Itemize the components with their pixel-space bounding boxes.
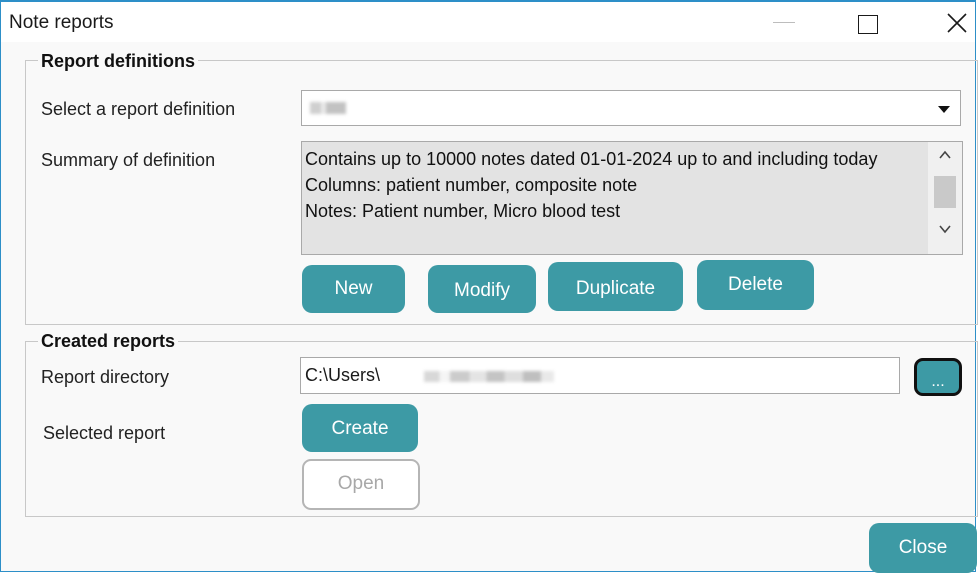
summary-label: Summary of definition [41, 150, 216, 170]
new-button[interactable]: New [302, 265, 405, 313]
report-directory-field[interactable]: C:\Users\ [300, 357, 900, 394]
select-definition-label: Select a report definition [41, 99, 236, 119]
report-directory-value: C:\Users\ [305, 365, 381, 385]
created-reports-legend: Created reports [38, 331, 179, 352]
modify-button[interactable]: Modify [428, 265, 536, 313]
scroll-down-icon[interactable] [938, 222, 952, 236]
dropdown-arrow-icon[interactable] [934, 99, 954, 119]
open-button[interactable]: Open [302, 459, 420, 510]
create-button[interactable]: Create [302, 404, 418, 452]
summary-textbox[interactable]: Contains up to 10000 notes dated 01-01-2… [301, 141, 963, 255]
report-definitions-legend: Report definitions [38, 51, 198, 72]
window-title: Note reports [9, 12, 114, 33]
redacted-path [424, 371, 554, 382]
report-directory-label: Report directory [41, 367, 170, 387]
minimize-icon[interactable] [771, 10, 801, 36]
title-bar: Note reports [1, 2, 975, 42]
summary-text: Contains up to 10000 notes dated 01-01-2… [305, 148, 917, 223]
scroll-thumb[interactable] [934, 176, 956, 208]
browse-directory-button[interactable]: ... [914, 358, 962, 396]
selected-report-label: Selected report [43, 423, 166, 443]
redacted-selection [310, 102, 346, 114]
summary-line-contains: Contains up to 10000 notes dated 01-01-2… [305, 149, 878, 169]
duplicate-button[interactable]: Duplicate [548, 262, 683, 311]
close-button[interactable]: Close [869, 523, 977, 573]
close-window-icon[interactable] [946, 10, 976, 36]
summary-line-notes: Notes: Patient number, Micro blood test [305, 201, 621, 221]
report-definition-select[interactable] [301, 90, 961, 126]
summary-scrollbar[interactable] [928, 142, 962, 254]
scroll-up-icon[interactable] [938, 148, 952, 162]
delete-button[interactable]: Delete [697, 260, 814, 310]
summary-line-columns: Columns: patient number, composite note [305, 175, 638, 195]
maximize-icon[interactable] [858, 10, 888, 36]
